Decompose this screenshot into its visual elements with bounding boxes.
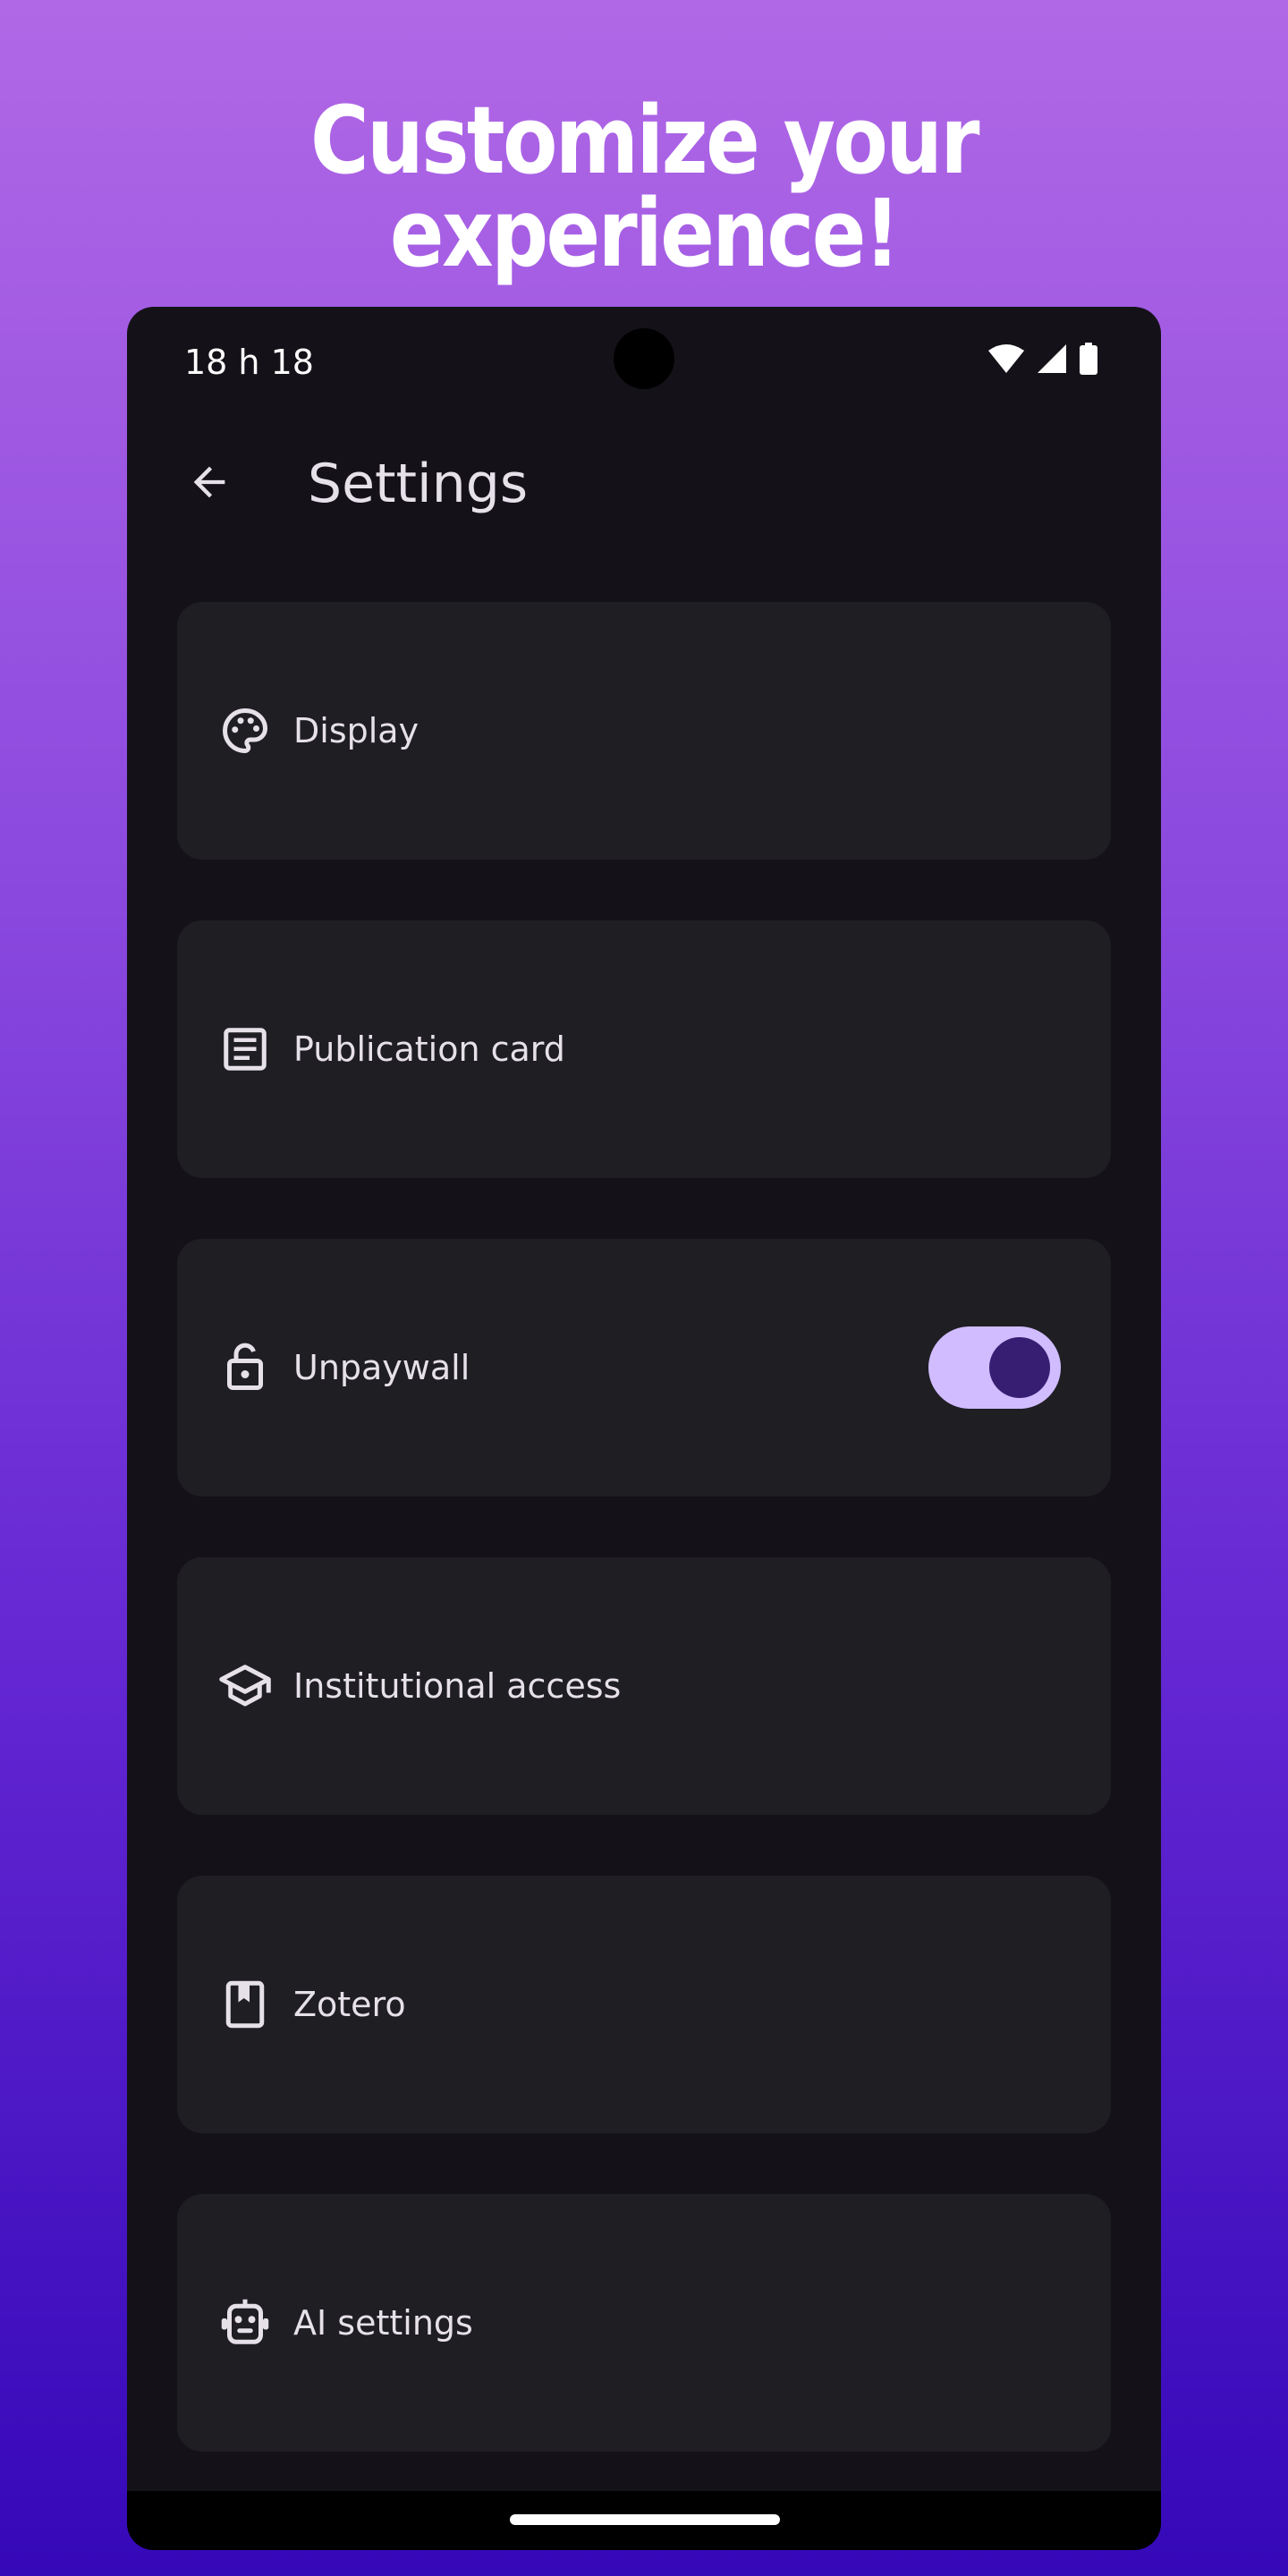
settings-item-unpaywall[interactable]: Unpaywall	[177, 1239, 1111, 1496]
wifi-icon	[987, 343, 1025, 378]
phone-screen: 18 h 18 Settings Display Publication car…	[127, 307, 1161, 2550]
school-icon	[218, 1659, 272, 1713]
back-button[interactable]	[166, 441, 252, 527]
navigation-bar	[127, 2491, 1161, 2550]
signal-icon	[1036, 343, 1068, 378]
settings-item-ai-settings[interactable]: AI settings	[177, 2194, 1111, 2452]
status-time: 18 h 18	[184, 343, 314, 382]
settings-item-label: Unpaywall	[293, 1348, 470, 1387]
bookmark-book-icon	[218, 1978, 272, 2031]
settings-item-label: AI settings	[293, 2303, 473, 2343]
arrow-back-icon	[186, 459, 233, 510]
unpaywall-toggle[interactable]	[928, 1326, 1061, 1409]
settings-item-label: Institutional access	[293, 1666, 622, 1706]
status-icons	[987, 342, 1098, 379]
settings-item-display[interactable]: Display	[177, 602, 1111, 860]
page-title: Settings	[308, 453, 529, 515]
toggle-thumb	[989, 1337, 1050, 1398]
settings-item-label: Zotero	[293, 1985, 406, 2024]
article-icon	[218, 1022, 272, 1076]
lock-open-icon	[218, 1341, 272, 1394]
settings-item-zotero[interactable]: Zotero	[177, 1876, 1111, 2133]
home-indicator[interactable]	[510, 2514, 780, 2525]
palette-icon	[218, 704, 272, 758]
camera-cutout	[614, 328, 674, 389]
settings-item-label: Publication card	[293, 1030, 565, 1069]
battery-icon	[1079, 342, 1098, 379]
status-bar: 18 h 18	[127, 307, 1161, 414]
settings-item-institutional-access[interactable]: Institutional access	[177, 1557, 1111, 1815]
settings-item-publication-card[interactable]: Publication card	[177, 920, 1111, 1178]
robot-icon	[218, 2296, 272, 2350]
headline: Customize your experience!	[310, 86, 979, 288]
settings-item-label: Display	[293, 711, 419, 750]
